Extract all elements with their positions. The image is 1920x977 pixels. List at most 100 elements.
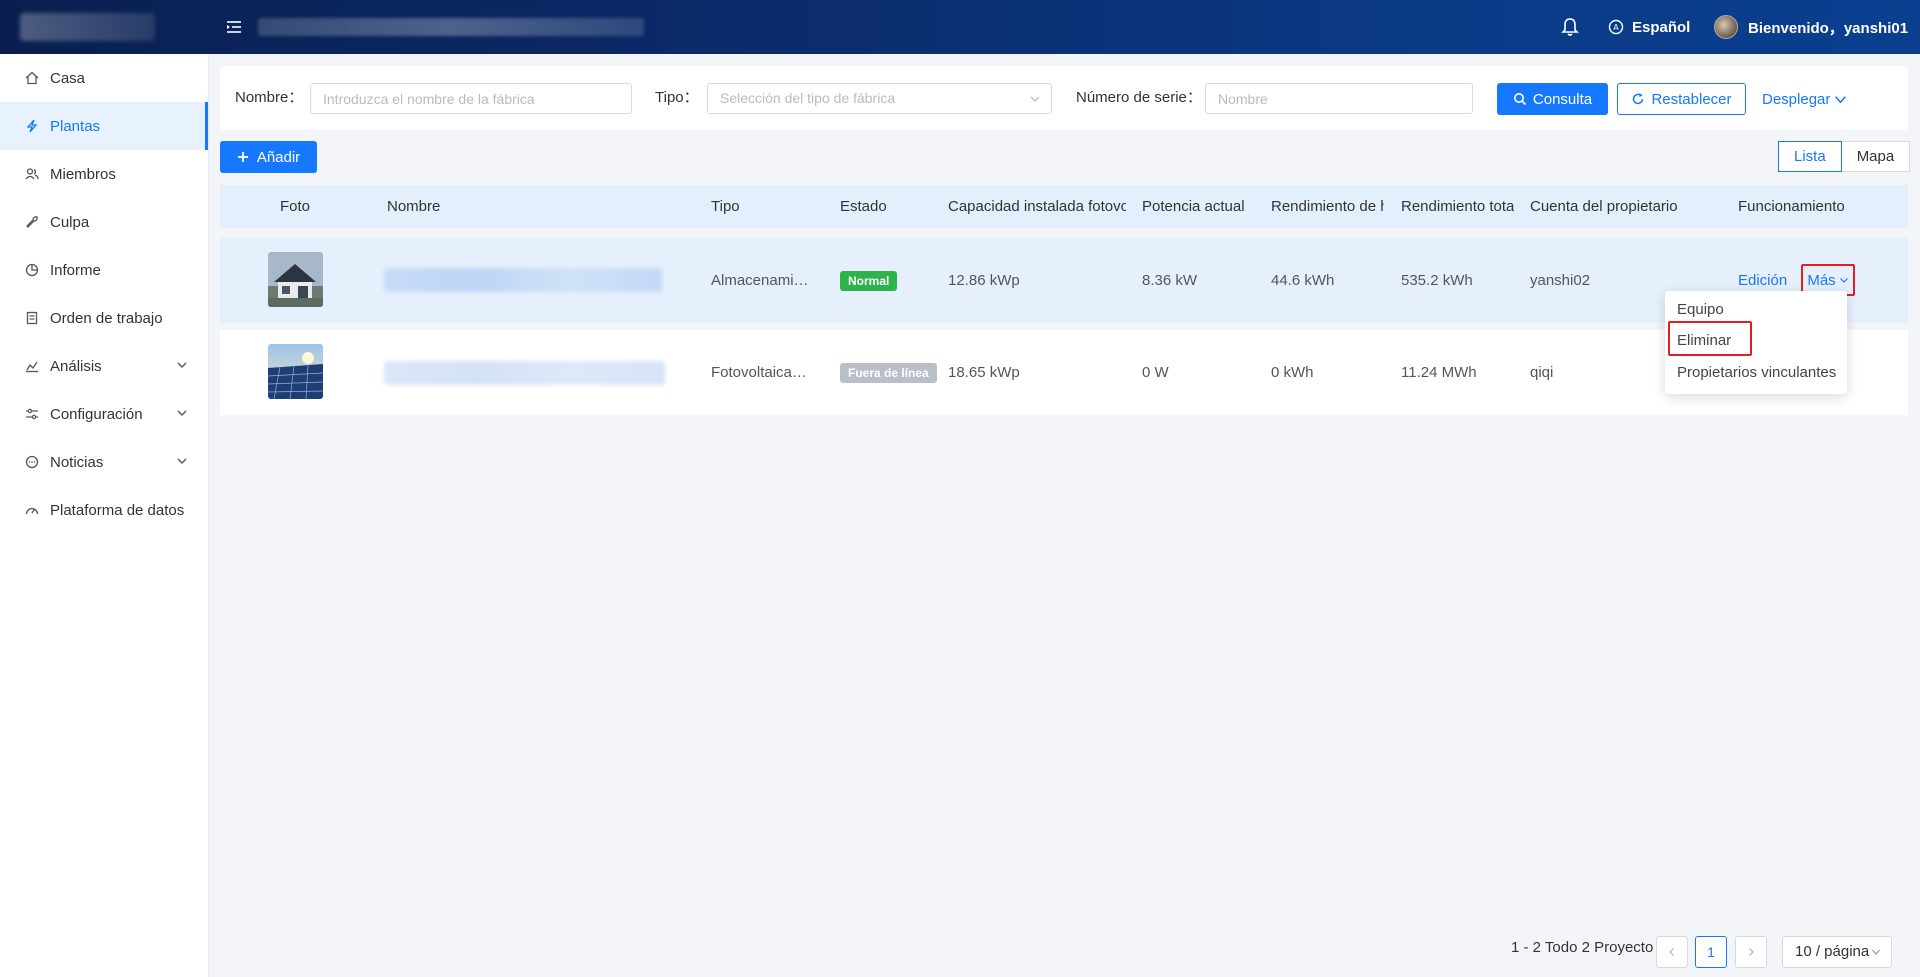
page-size-label: 10 / página <box>1795 943 1870 960</box>
chat-icon <box>24 454 40 470</box>
sidebar-item-label: Orden de trabajo <box>50 309 163 327</box>
current-power: 8.36 kW <box>1142 272 1198 289</box>
more-actions-label: Más <box>1807 271 1836 289</box>
sidebar-item-casa[interactable]: Casa <box>0 54 208 102</box>
current-power: 0 W <box>1142 364 1169 381</box>
sidebar-item-miembros[interactable]: Miembros <box>0 150 208 198</box>
pie-chart-icon <box>24 262 40 278</box>
sidebar-item-label: Configuración <box>50 405 143 423</box>
column-header-potencia: Potencia actual <box>1142 198 1245 215</box>
plant-type-placeholder: Selección del tipo de fábrica <box>720 90 896 106</box>
plant-name-input[interactable] <box>310 83 632 114</box>
search-button[interactable]: Consulta <box>1497 83 1608 115</box>
table-row[interactable]: Almacenami… Normal 12.86 kWp 8.36 kW 44.… <box>220 238 1908 323</box>
column-header-capacidad: Capacidad instalada fotovo <box>948 198 1126 215</box>
column-header-tipo: Tipo <box>711 198 740 215</box>
sidebar-item-plataforma-de-datos[interactable]: Plataforma de datos <box>0 486 208 534</box>
expand-filters-label: Desplegar <box>1762 90 1831 108</box>
column-header-funcionamiento: Funcionamiento <box>1738 198 1845 215</box>
chevron-down-icon <box>1030 96 1040 102</box>
language-icon: A <box>1608 19 1624 35</box>
sidebar-item-analisis[interactable]: Análisis <box>0 342 208 390</box>
sidebar-item-label: Casa <box>50 69 86 87</box>
page-1-button[interactable]: 1 <box>1695 936 1727 968</box>
chevron-down-icon <box>1872 949 1880 955</box>
sidebar-item-configuracion[interactable]: Configuración <box>0 390 208 438</box>
users-icon <box>24 166 40 182</box>
sidebar-item-label: Miembros <box>50 165 116 183</box>
more-actions-dropdown: Equipo Eliminar Propietarios vinculantes <box>1665 291 1847 394</box>
chevron-right-icon <box>1749 948 1754 956</box>
menu-item-propietarios-vinculantes[interactable]: Propietarios vinculantes <box>1677 364 1836 381</box>
sidebar-item-plantas[interactable]: Plantas <box>0 102 208 150</box>
total-yield: 11.24 MWh <box>1401 364 1477 381</box>
avatar <box>1714 15 1738 39</box>
installed-capacity: 12.86 kWp <box>948 272 1020 289</box>
language-selector[interactable]: A Español <box>1608 0 1690 54</box>
lightning-icon <box>24 118 40 134</box>
sidebar-item-label: Análisis <box>50 357 102 375</box>
reset-button[interactable]: Restablecer <box>1617 83 1746 115</box>
menu-item-equipo[interactable]: Equipo <box>1677 301 1724 318</box>
search-button-label: Consulta <box>1532 90 1593 108</box>
table-row[interactable]: Fotovoltaica… Fuera de línea 18.65 kWp 0… <box>220 330 1908 415</box>
add-plant-button[interactable]: Añadir <box>220 141 317 173</box>
sidebar-item-label: Informe <box>50 261 101 279</box>
user-menu[interactable]: Bienvenido，yanshi01 <box>1714 0 1908 54</box>
column-header-foto: Foto <box>280 198 311 215</box>
sidebar-item-orden-de-trabajo[interactable]: Orden de trabajo <box>0 294 208 342</box>
daily-yield: 44.6 kWh <box>1271 272 1335 289</box>
brand-logo <box>20 13 155 41</box>
sidebar-item-noticias[interactable]: Noticias <box>0 438 208 486</box>
plant-type-select[interactable]: Selección del tipo de fábrica <box>707 83 1052 114</box>
view-list-tab[interactable]: Lista <box>1778 141 1842 172</box>
expand-filters-link[interactable]: Desplegar <box>1762 83 1847 115</box>
bell-icon[interactable] <box>1560 16 1580 38</box>
chevron-down-icon <box>1839 278 1848 283</box>
sidebar: Casa Plantas Miembros Culpa Informe Orde… <box>0 54 209 977</box>
gauge-icon <box>24 502 40 518</box>
column-header-rendimiento-total: Rendimiento tota <box>1401 198 1514 215</box>
refresh-icon <box>1633 93 1644 105</box>
daily-yield: 0 kWh <box>1271 364 1314 381</box>
plant-photo <box>268 252 323 307</box>
owner-account: yanshi02 <box>1530 272 1591 289</box>
sidebar-item-label: Plantas <box>50 117 101 135</box>
home-icon <box>24 70 40 86</box>
serial-filter-label: Número de serie： <box>1076 89 1202 106</box>
sliders-icon <box>24 406 40 422</box>
clipboard-icon <box>24 310 40 326</box>
sidebar-item-culpa[interactable]: Culpa <box>0 198 208 246</box>
prev-page-button[interactable] <box>1656 936 1688 968</box>
sidebar-item-informe[interactable]: Informe <box>0 246 208 294</box>
column-header-cuenta: Cuenta del propietario <box>1530 198 1678 215</box>
installed-capacity: 18.65 kWp <box>948 364 1020 381</box>
top-bar: A Español Bienvenido，yanshi01 <box>0 0 1920 54</box>
status-badge: Fuera de línea <box>840 363 937 383</box>
filter-bar: Nombre： Tipo： Selección del tipo de fábr… <box>220 66 1908 130</box>
type-filter-label: Tipo： <box>655 89 699 106</box>
chevron-down-icon <box>177 410 187 416</box>
chevron-left-icon <box>1669 948 1674 956</box>
column-header-rendimiento-hoy: Rendimiento de h <box>1271 198 1384 215</box>
chevron-down-icon <box>1835 95 1847 103</box>
menu-item-eliminar[interactable]: Eliminar <box>1677 332 1731 349</box>
next-page-button[interactable] <box>1735 936 1767 968</box>
language-label: Español <box>1632 18 1691 36</box>
total-yield: 535.2 kWh <box>1401 272 1473 289</box>
owner-account: qiqi <box>1530 364 1554 381</box>
view-map-tab[interactable]: Mapa <box>1841 141 1911 172</box>
plant-name[interactable] <box>384 361 665 385</box>
serial-number-input[interactable] <box>1205 83 1473 114</box>
chevron-down-icon <box>177 458 187 464</box>
sidebar-item-label: Culpa <box>50 213 90 231</box>
svg-text:A: A <box>1613 23 1619 32</box>
welcome-text: Bienvenido，yanshi01 <box>1748 19 1909 37</box>
name-filter-label: Nombre： <box>235 89 304 106</box>
plant-photo <box>268 344 323 399</box>
page-size-select[interactable]: 10 / página <box>1782 936 1892 968</box>
reset-button-label: Restablecer <box>1651 90 1732 108</box>
plant-name[interactable] <box>384 268 662 292</box>
sidebar-item-label: Plataforma de datos <box>50 501 185 519</box>
menu-toggle-icon[interactable] <box>226 17 242 37</box>
